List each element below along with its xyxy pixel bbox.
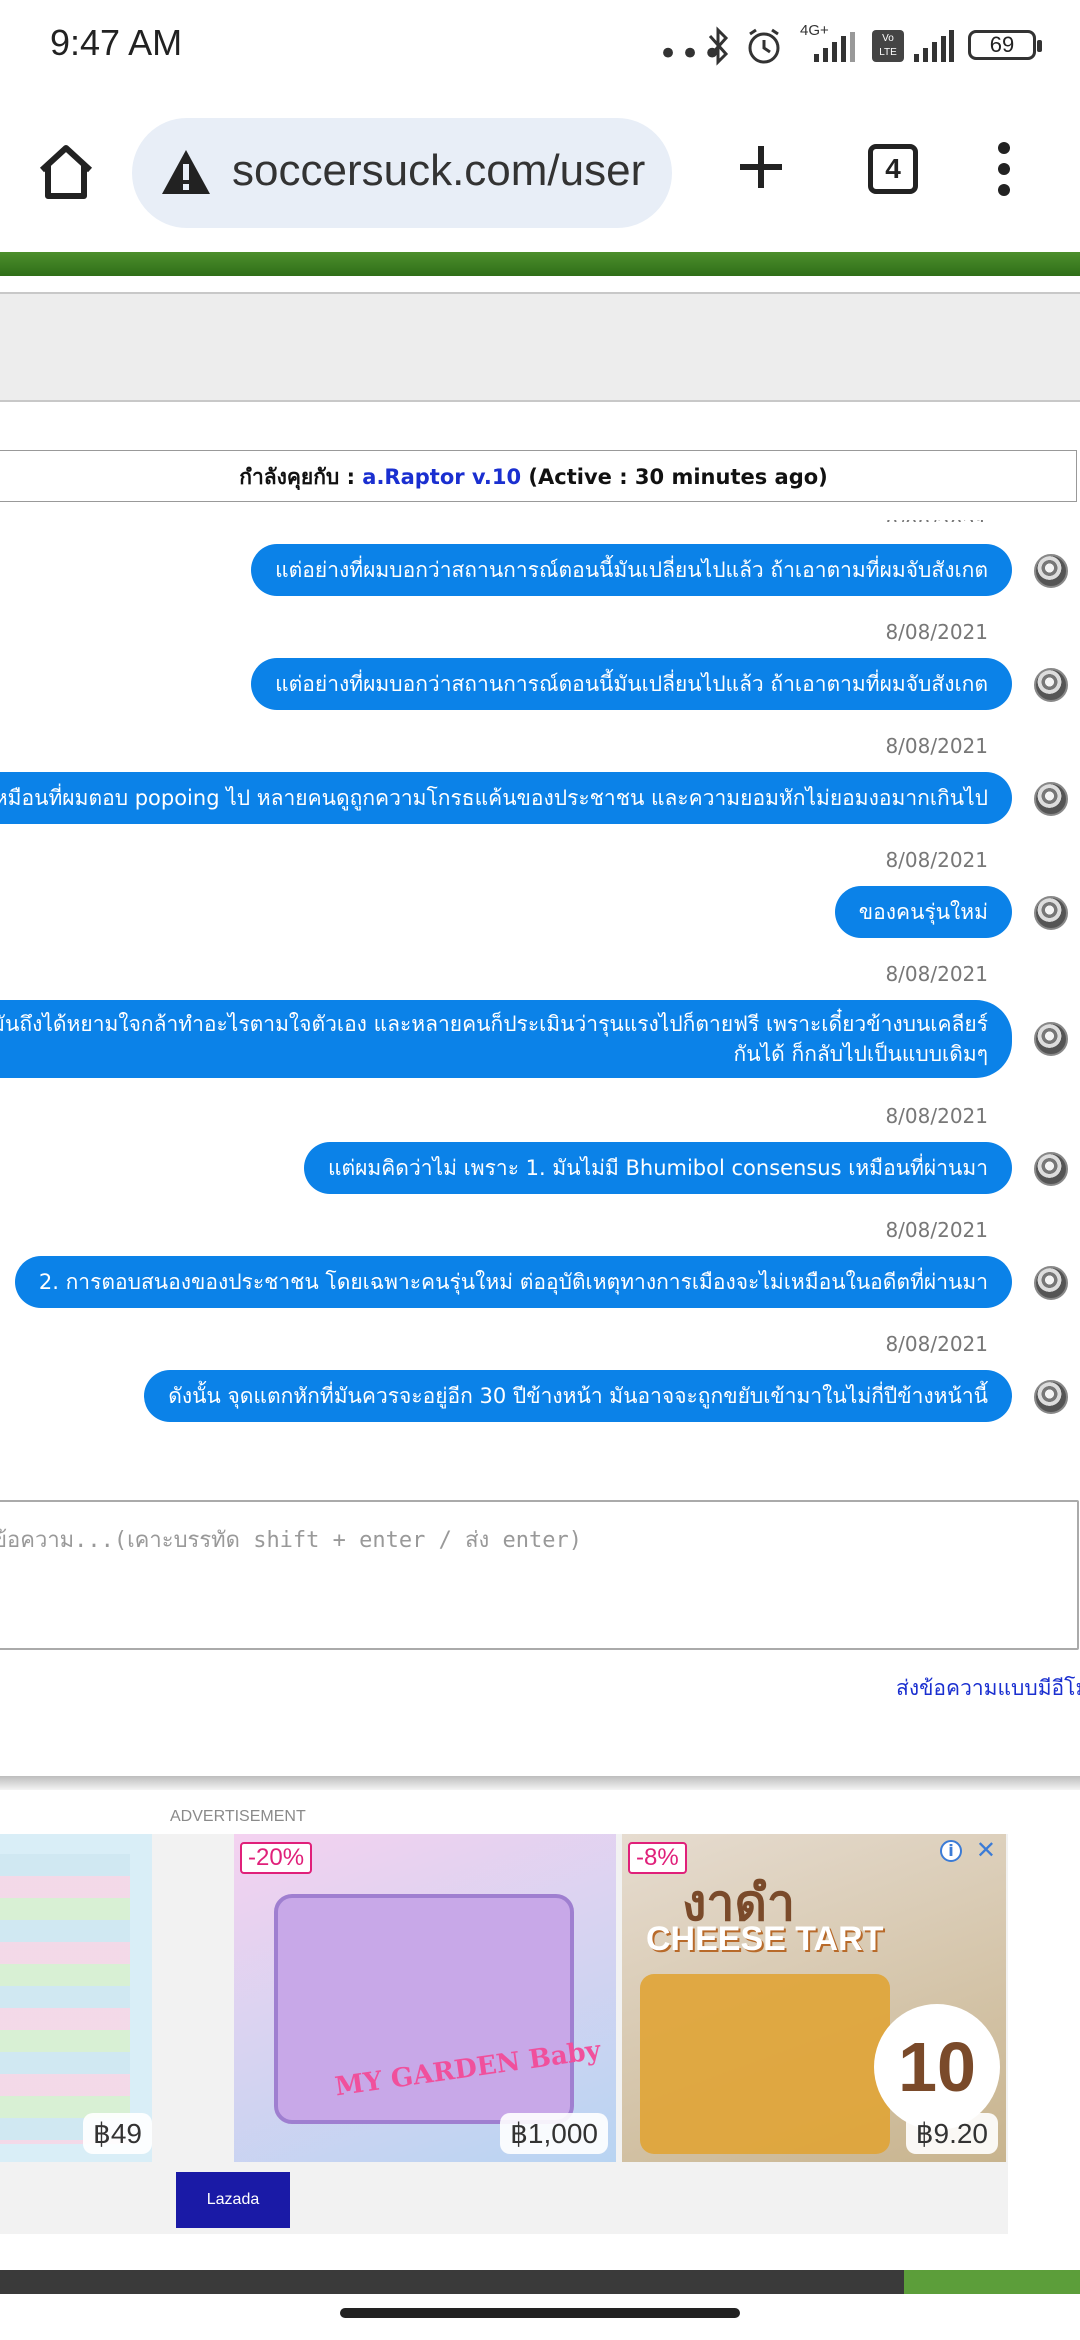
bluetooth-icon [708, 26, 729, 66]
alarm-icon [748, 28, 780, 64]
volte-badge: Vo LTE [872, 30, 904, 62]
browser-toolbar: soccersuck.com/user 4 [0, 96, 1080, 248]
message-bubble[interactable]: แต่อย่างที่ผมบอกว่าสถานการณ์ตอนนี้มันเปล… [251, 544, 1012, 596]
avatar[interactable] [1034, 1266, 1068, 1300]
avatar[interactable] [1034, 668, 1068, 702]
message-date: 8/08/2021 [885, 520, 988, 522]
avatar[interactable] [1034, 554, 1068, 588]
ad-card[interactable]: งาดำ CHEESE TART 10 -8% ฿9.20 i ✕ [622, 1834, 1006, 2162]
ad-product-image [640, 1974, 890, 2154]
ad-discount-badge: -20% [240, 1842, 313, 1874]
lazada-logo[interactable]: Lazada [176, 2172, 290, 2228]
ad-price: ฿49 [83, 2113, 152, 2154]
site-nav-bar [0, 292, 1080, 402]
site-footer-strip [0, 2270, 1080, 2294]
battery-icon: 69 [968, 30, 1042, 60]
message-date: 8/08/2021 [885, 848, 988, 872]
screen: 9:47 AM ••• 4G+ Vo LTE 69 soccersuck.com… [0, 0, 1080, 2340]
message-date: 8/08/2021 [885, 1218, 988, 1242]
avatar[interactable] [1034, 1022, 1068, 1056]
chat-partner-status: (Active : 30 minutes ago) [521, 465, 828, 489]
ad-quantity-badge: 10 [874, 2004, 1000, 2130]
avatar[interactable] [1034, 1380, 1068, 1414]
home-icon[interactable] [34, 140, 98, 204]
message-bubble[interactable]: ขึ้นนำมันถึงได้หยามใจกล้าทำอะไรตามใจตัวเ… [0, 1000, 1012, 1078]
avatar[interactable] [1034, 1152, 1068, 1186]
gesture-navigation-bar[interactable] [340, 2308, 740, 2318]
avatar[interactable] [1034, 896, 1068, 930]
browser-menu-icon[interactable] [996, 142, 1012, 198]
ad-product-subtitle: CHEESE TART [646, 1920, 884, 1958]
message-line: กันได้ ก็กลับไปเป็นแบบเดิมๆ [733, 1042, 988, 1066]
message-bubble[interactable]: ของคนรุ่นใหม่ [834, 886, 1012, 938]
chat-header-prefix: กำลังคุยกับ : [239, 465, 363, 489]
not-secure-warning-icon[interactable] [160, 148, 212, 196]
chat-partner-name[interactable]: a.Raptor v.10 [362, 465, 521, 489]
chat-header: กำลังคุยกับ : a.Raptor v.10 (Active : 30… [0, 450, 1077, 502]
message-list[interactable]: 8/08/2021 แต่อย่างที่ผมบอกว่าสถานการณ์ตอ… [0, 520, 1080, 1455]
ad-card[interactable]: ฿49 [0, 1834, 152, 2162]
message-bubble[interactable]: ดังนั้น จุดแตกหักที่มันควรจะอยู่อีก 30 ป… [144, 1370, 1012, 1422]
message-date: 8/08/2021 [885, 1332, 988, 1356]
ad-card[interactable]: MY GARDEN Baby -20% ฿1,000 [234, 1834, 616, 2162]
ad-price: ฿9.20 [905, 2113, 998, 2154]
message-input[interactable]: ข้อความ...(เคาะบรรทัด shift + enter / ส่… [0, 1500, 1079, 1650]
ad-price: ฿1,000 [500, 2113, 608, 2154]
tab-switcher-button[interactable]: 4 [868, 144, 918, 194]
message-date: 8/08/2021 [885, 962, 988, 986]
ad-label: ADVERTISEMENT [170, 1808, 306, 1825]
url-text[interactable]: soccersuck.com/user [232, 146, 645, 196]
ad-close-icon[interactable]: ✕ [976, 1836, 996, 1864]
address-bar[interactable]: soccersuck.com/user [132, 118, 672, 228]
ad-discount-badge: -8% [628, 1842, 687, 1874]
emoji-message-link[interactable]: ส่งข้อความแบบมีอีโม [896, 1672, 1080, 1705]
ad-info-icon[interactable]: i [940, 1840, 962, 1862]
ad-product-image [0, 1854, 130, 2144]
message-bubble[interactable]: 2. การตอบสนองของประชาชน โดยเฉพาะคนรุ่นให… [14, 1256, 1012, 1308]
signal-icon-2 [914, 30, 954, 62]
status-time: 9:47 AM [50, 22, 183, 63]
battery-level: 69 [989, 32, 1015, 57]
ad-carousel[interactable]: ฿49 MY GARDEN Baby -20% ฿1,000 งาดำ CHEE… [0, 1834, 1008, 2234]
message-date: 8/08/2021 [885, 1104, 988, 1128]
site-header-banner [0, 252, 1080, 276]
avatar[interactable] [1034, 782, 1068, 816]
message-bubble[interactable]: แต่อย่างที่ผมบอกว่าสถานการณ์ตอนนี้มันเปล… [251, 658, 1012, 710]
status-bar: 9:47 AM ••• 4G+ Vo LTE 69 [0, 0, 1080, 96]
message-line: ขึ้นนำมันถึงได้หยามใจกล้าทำอะไรตามใจตัวเ… [0, 1012, 988, 1036]
ad-divider [0, 1776, 1080, 1790]
message-date: 8/08/2021 [885, 734, 988, 758]
footer-banner-image [904, 2270, 1080, 2294]
message-bubble[interactable]: แต่ผมคิดว่าไม่ เพราะ 1. มันไม่มี Bhumibo… [303, 1142, 1012, 1194]
message-date: 8/08/2021 [885, 620, 988, 644]
new-tab-icon[interactable] [736, 142, 786, 192]
signal-icon-1 [814, 32, 855, 62]
message-bubble[interactable]: เหมือนที่ผมตอบ popoing ไป หลายคนดูถูกควา… [0, 772, 1012, 824]
